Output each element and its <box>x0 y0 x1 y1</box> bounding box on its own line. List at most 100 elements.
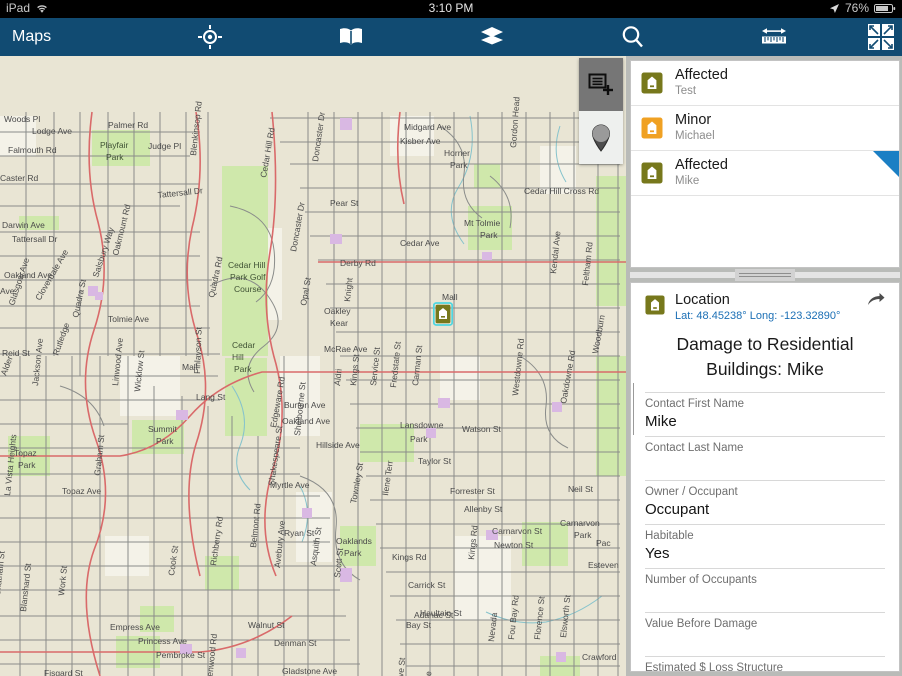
svg-text:Bay St: Bay St <box>406 620 432 630</box>
location-header: Location Lat: 48.45238° Long: -123.32890… <box>645 283 885 328</box>
svg-text:Oaklands: Oaklands <box>336 536 372 546</box>
field-label: Contact First Name <box>645 398 745 410</box>
map-vector-layer: Woods Pl Lodge Ave Palmer Rd Falmouth Rd… <box>0 56 626 676</box>
svg-text:Taylor St: Taylor St <box>418 456 452 466</box>
list-item[interactable]: Affected Test <box>631 61 899 106</box>
svg-text:Fisgard St: Fisgard St <box>44 668 83 676</box>
svg-text:Park: Park <box>18 460 36 470</box>
list-item-title: Affected <box>675 67 728 83</box>
svg-text:Newton St: Newton St <box>494 540 534 550</box>
damage-house-icon <box>641 117 663 139</box>
svg-text:Empress Ave: Empress Ave <box>110 622 160 632</box>
svg-text:Park: Park <box>480 230 498 240</box>
svg-text:Carnarvon: Carnarvon <box>560 518 600 528</box>
measure-icon[interactable] <box>751 20 797 54</box>
list-item-title: Affected <box>675 157 728 173</box>
field-value: Occupant <box>645 501 710 518</box>
coordinates-link[interactable]: Lat: 48.45238° Long: -123.32890° <box>675 309 885 324</box>
damage-house-icon <box>641 72 663 94</box>
svg-text:Oakland Ave: Oakland Ave <box>282 416 330 426</box>
field-value <box>645 456 885 476</box>
damage-point-marker[interactable] <box>433 302 453 326</box>
svg-text:Aldri: Aldri <box>332 368 344 386</box>
svg-text:Hillside Ave: Hillside Ave <box>316 440 360 450</box>
ipad-map-app-screen: iPad 3:10 PM 76% Maps Woods Pl Lodge Ave… <box>0 0 902 676</box>
search-icon[interactable] <box>610 20 656 54</box>
list-item[interactable]: Minor Michael <box>631 106 899 151</box>
map-tool-strip <box>579 58 623 164</box>
right-panel-container: Affected Test Minor Michael Affected Mik… <box>626 56 902 676</box>
record-detail-content: Location Lat: 48.45238° Long: -123.32890… <box>631 283 899 672</box>
svg-text:Midgard Ave: Midgard Ave <box>404 122 451 132</box>
splitter-grip[interactable] <box>735 269 795 281</box>
svg-text:Kings Rd: Kings Rd <box>392 552 427 562</box>
field-label: Contact Last Name <box>645 442 744 454</box>
record-detail-panel: Location Lat: 48.45238° Long: -123.32890… <box>630 282 900 672</box>
map-pin-icon[interactable] <box>579 111 623 164</box>
svg-text:Princess Ave: Princess Ave <box>138 636 187 646</box>
svg-text:Judge Pl: Judge Pl <box>148 141 181 151</box>
svg-text:Park: Park <box>574 530 592 540</box>
field-contact-last-name[interactable]: Contact Last Name <box>645 436 885 480</box>
field-number-of-occupants[interactable]: Number of Occupants <box>645 568 885 612</box>
list-item[interactable]: Affected Mike <box>631 151 899 196</box>
svg-text:Denman St: Denman St <box>274 638 317 648</box>
list-item-text: Affected Test <box>675 67 728 99</box>
list-item-subtitle: Michael <box>675 130 715 142</box>
field-value: Mike <box>645 413 677 430</box>
location-label: Location <box>675 292 730 308</box>
svg-text:Pac: Pac <box>596 538 611 548</box>
svg-text:Kisber Ave: Kisber Ave <box>400 136 441 146</box>
svg-text:Adanac St: Adanac St <box>414 610 454 620</box>
collapse-panels-icon[interactable] <box>868 24 894 50</box>
svg-text:Summit: Summit <box>148 424 177 434</box>
list-item-text: Affected Mike <box>675 157 728 189</box>
map-canvas[interactable]: Woods Pl Lodge Ave Palmer Rd Falmouth Rd… <box>0 56 626 676</box>
ios-status-bar: iPad 3:10 PM 76% <box>0 0 902 18</box>
svg-text:Park: Park <box>156 436 174 446</box>
svg-text:Playfair: Playfair <box>100 140 129 150</box>
field-estimated-loss-structure[interactable]: Estimated $ Loss Structure <box>645 656 885 672</box>
field-habitable[interactable]: Habitable Yes <box>645 524 885 568</box>
svg-text:Dave St: Dave St <box>394 656 407 676</box>
svg-text:Mall: Mall <box>182 362 198 372</box>
field-owner-occupant[interactable]: Owner / Occupant Occupant <box>645 480 885 524</box>
results-list-empty-space <box>631 196 899 261</box>
field-value-before-damage[interactable]: Value Before Damage <box>645 612 885 656</box>
svg-text:Topaz: Topaz <box>14 448 37 458</box>
layers-icon[interactable] <box>469 20 515 54</box>
svg-text:McRae Ave: McRae Ave <box>324 344 368 354</box>
bookmarks-icon[interactable] <box>328 20 374 54</box>
svg-text:Palmer Rd: Palmer Rd <box>108 120 148 130</box>
svg-text:Tattersall Dr: Tattersall Dr <box>12 234 58 244</box>
field-label: Estimated $ Loss Structure <box>645 662 784 672</box>
list-item-title: Minor <box>675 112 712 128</box>
new-report-icon[interactable] <box>579 58 623 111</box>
svg-text:Hill: Hill <box>232 352 244 362</box>
nav-bar-tools <box>140 20 902 54</box>
svg-text:Tolmie Ave: Tolmie Ave <box>108 314 149 324</box>
field-contact-first-name[interactable]: Contact First Name Mike <box>645 392 885 436</box>
svg-text:Pear St: Pear St <box>330 198 359 208</box>
svg-text:Topaz Ave: Topaz Ave <box>62 486 101 496</box>
field-label: Owner / Occupant <box>645 486 738 498</box>
locate-icon[interactable] <box>187 20 233 54</box>
svg-text:Lodge Ave: Lodge Ave <box>32 126 72 136</box>
svg-text:Park: Park <box>234 364 252 374</box>
svg-text:Oakley: Oakley <box>324 306 351 316</box>
svg-text:Forrester St: Forrester St <box>450 486 496 496</box>
svg-text:Park: Park <box>410 434 428 444</box>
share-icon[interactable] <box>867 291 885 307</box>
panel-resize-handle-vertical[interactable] <box>631 383 637 435</box>
svg-text:Park Golf: Park Golf <box>230 272 266 282</box>
status-badge <box>873 151 899 177</box>
field-value <box>645 632 885 652</box>
svg-text:Ryan St: Ryan St <box>284 528 315 538</box>
svg-text:Watson St: Watson St <box>462 424 502 434</box>
svg-text:Crawford: Crawford <box>582 652 617 662</box>
panel-resize-handle-horizontal[interactable] <box>630 268 900 282</box>
svg-text:Esteven: Esteven <box>588 560 619 570</box>
svg-text:Walnut St: Walnut St <box>248 620 285 630</box>
svg-text:Lansdowne: Lansdowne <box>400 420 444 430</box>
svg-text:Mt Tolmie: Mt Tolmie <box>464 218 500 228</box>
